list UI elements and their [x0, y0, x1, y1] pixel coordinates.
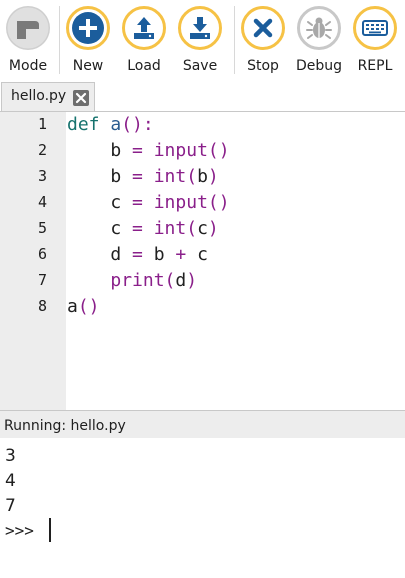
code-line: 3 b = int(b) — [0, 164, 405, 190]
debug-button[interactable]: Debug — [295, 4, 351, 80]
code-text: a() — [67, 296, 100, 317]
tab-label: hello.py — [11, 88, 67, 104]
download-icon — [178, 6, 222, 50]
line-number: 1 — [37, 115, 47, 133]
console-output-line: 7 — [5, 496, 16, 516]
toolbar: Mode New Load Save Stop Debug REPL — [0, 0, 405, 80]
debug-label: Debug — [295, 58, 343, 74]
text-cursor — [49, 518, 51, 542]
load-label: Load — [127, 58, 161, 74]
load-button[interactable]: Load — [120, 4, 176, 80]
code-line: 6 d = b + c — [0, 242, 405, 268]
code-line: 7 print(d) — [0, 268, 405, 294]
code-text: c = input() — [67, 192, 230, 213]
code-line: 2 b = input() — [0, 138, 405, 164]
code-line: 5 c = int(c) — [0, 216, 405, 242]
close-icon[interactable] — [72, 89, 90, 107]
line-number: 5 — [37, 219, 47, 237]
console-panel[interactable]: 3 4 7 >>> — [0, 438, 405, 578]
code-editor[interactable]: 1 def a(): 2 b = input() 3 b = int(b) 4 … — [0, 112, 405, 410]
new-button[interactable]: New — [64, 4, 120, 80]
repl-label: REPL — [357, 58, 393, 74]
mode-icon — [6, 6, 50, 50]
console-output-line: 4 — [5, 471, 16, 491]
tab-strip: hello.py — [0, 80, 405, 112]
console-prompt: >>> — [5, 521, 34, 540]
code-text: print(d) — [110, 270, 198, 291]
keyboard-icon — [353, 6, 397, 50]
stop-button[interactable]: Stop — [239, 4, 295, 80]
close-icon — [241, 6, 285, 50]
mode-button[interactable]: Mode — [4, 4, 60, 80]
repl-button[interactable]: REPL — [351, 4, 405, 80]
new-label: New — [72, 58, 104, 74]
code-line: 1 def a(): — [0, 112, 405, 138]
line-number: 6 — [37, 245, 47, 263]
save-label: Save — [182, 58, 218, 74]
status-text: Running: hello.py — [4, 418, 126, 434]
tab-hello-py[interactable]: hello.py — [1, 82, 95, 111]
code-text: b = input() — [67, 140, 230, 161]
status-bar: Running: hello.py — [0, 410, 405, 438]
line-number: 3 — [37, 167, 47, 185]
code-text: def a(): — [67, 114, 154, 135]
line-number: 7 — [37, 271, 47, 289]
plus-icon — [66, 6, 110, 50]
upload-icon — [122, 6, 166, 50]
code-line: 4 c = input() — [0, 190, 405, 216]
code-text: c = int(c) — [67, 218, 219, 239]
bug-icon — [297, 6, 341, 50]
line-number: 2 — [37, 141, 47, 159]
line-number: 4 — [37, 193, 47, 211]
save-button[interactable]: Save — [176, 4, 232, 80]
code-text: b = int(b) — [67, 166, 219, 187]
line-number: 8 — [37, 297, 47, 315]
console-output-line: 3 — [5, 446, 16, 466]
mode-label: Mode — [8, 58, 48, 74]
code-text: d = b + c — [67, 244, 208, 265]
code-line: 8 a() — [0, 294, 405, 320]
stop-label: Stop — [247, 58, 279, 74]
